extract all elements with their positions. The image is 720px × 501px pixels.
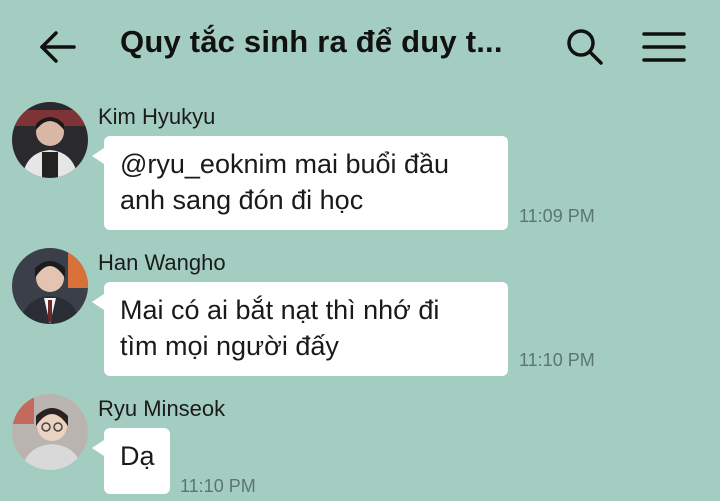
chat-header: Quy tắc sinh ra để duy t... <box>0 0 720 96</box>
arrow-left-icon <box>40 31 76 63</box>
chat-message: Han Wangho Mai có ai bắt nạt thì nhớ đi … <box>0 246 720 376</box>
message-time: 11:10 PM <box>180 476 256 496</box>
search-icon <box>567 29 603 65</box>
sender-name: Han Wangho <box>98 250 226 275</box>
message-bubble[interactable]: @ryu_eoknim mai buổi đầu anh sang đón đi… <box>92 136 508 230</box>
message-time: 11:10 PM <box>519 350 595 370</box>
message-line: tìm mọi người đấy <box>120 331 339 361</box>
chat-message: Ryu Minseok Dạ 11:10 PM <box>0 392 720 501</box>
search-button[interactable] <box>562 24 606 68</box>
message-line: anh sang đón đi học <box>120 185 364 215</box>
back-button[interactable] <box>36 26 80 70</box>
avatar-image <box>12 102 88 178</box>
sender-name: Kim Hyukyu <box>98 104 216 129</box>
message-bubble[interactable]: Dạ <box>92 428 170 494</box>
hamburger-menu-icon <box>642 32 686 62</box>
avatar-ryu-minseok[interactable] <box>12 394 88 470</box>
message-line: Dạ <box>120 441 155 471</box>
avatar-kim-hyukyu[interactable] <box>12 102 88 178</box>
menu-button[interactable] <box>640 26 688 70</box>
sender-name: Ryu Minseok <box>98 396 226 421</box>
avatar-han-wangho[interactable] <box>12 248 88 324</box>
message-line: @ryu_eoknim mai buổi đầu <box>120 149 450 179</box>
message-time: 11:09 PM <box>519 206 595 226</box>
message-line: Mai có ai bắt nạt thì nhớ đi <box>120 295 440 325</box>
message-bubble[interactable]: Mai có ai bắt nạt thì nhớ đi tìm mọi ngư… <box>92 282 508 376</box>
avatar-image <box>12 394 88 470</box>
chat-message: Kim Hyukyu @ryu_eoknim mai buổi đầu anh … <box>0 100 720 230</box>
chat-title: Quy tắc sinh ra để duy t... <box>120 24 503 59</box>
avatar-image <box>12 248 88 324</box>
